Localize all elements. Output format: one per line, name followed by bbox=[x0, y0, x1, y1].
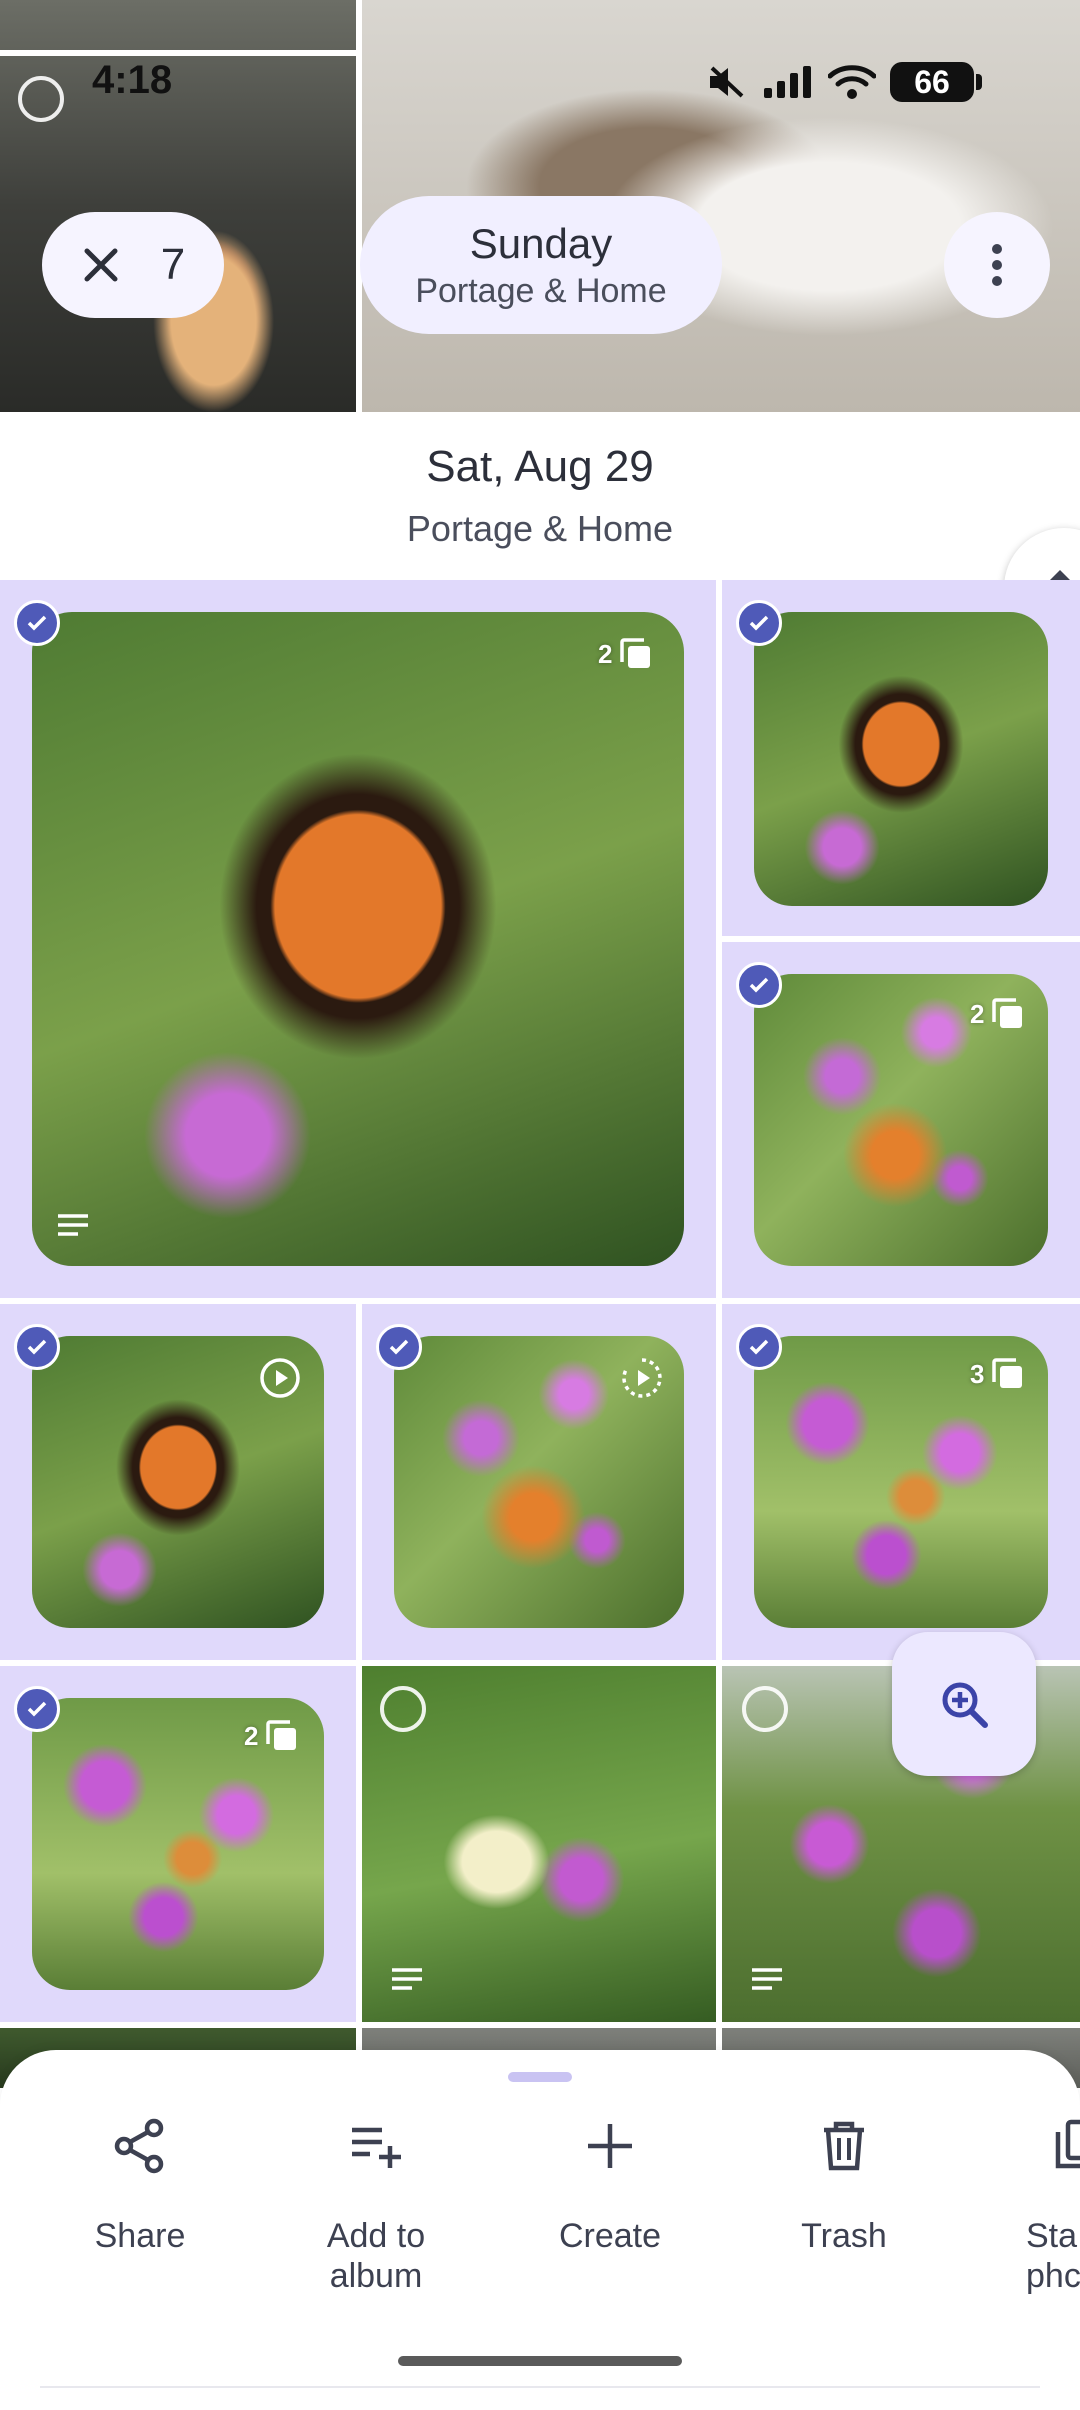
create-action[interactable]: Create bbox=[510, 2118, 710, 2256]
plus-icon bbox=[588, 2124, 632, 2168]
check-icon bbox=[749, 1339, 769, 1355]
stack-badge: 2 bbox=[598, 636, 654, 672]
motion-photo-icon bbox=[622, 1358, 662, 1398]
stack-photos-action[interactable]: Sta phc bbox=[980, 2118, 1080, 2296]
status-icons: 66 bbox=[706, 62, 982, 102]
check-icon bbox=[27, 1339, 47, 1355]
wifi-icon bbox=[828, 65, 876, 99]
check-icon bbox=[27, 615, 47, 631]
trash-label: Trash bbox=[801, 2217, 887, 2255]
share-label: Share bbox=[94, 2217, 186, 2255]
select-circle[interactable] bbox=[18, 76, 64, 122]
zoom-button[interactable] bbox=[892, 1632, 1036, 1776]
select-circle[interactable] bbox=[742, 1686, 788, 1732]
photo-monarch-open[interactable] bbox=[754, 612, 1048, 906]
section-date: Sat, Aug 29 bbox=[426, 442, 654, 491]
close-icon[interactable] bbox=[81, 245, 121, 285]
photo-pizza[interactable] bbox=[0, 0, 356, 412]
motion-photo-icon bbox=[260, 1358, 300, 1398]
photo-large-monarch[interactable] bbox=[32, 612, 684, 1266]
trash-action[interactable]: Trash bbox=[744, 2118, 944, 2256]
sheet-drag-handle[interactable] bbox=[508, 2072, 572, 2082]
selected-check[interactable] bbox=[14, 1686, 60, 1732]
stack-icon bbox=[992, 1358, 1023, 1388]
stack-badge: 3 bbox=[970, 1356, 1026, 1392]
battery-level: 66 bbox=[914, 63, 950, 100]
stack-badge: 2 bbox=[244, 1718, 300, 1754]
check-icon bbox=[749, 977, 769, 993]
share-action[interactable]: Share bbox=[40, 2118, 240, 2256]
description-icon bbox=[752, 1968, 782, 1990]
selected-check[interactable] bbox=[14, 600, 60, 646]
check-icon bbox=[27, 1701, 47, 1717]
stack-count: 2 bbox=[244, 1720, 259, 1751]
description-icon bbox=[392, 1968, 422, 1990]
add-to-album-label: Add to album bbox=[326, 2217, 426, 2295]
select-circle[interactable] bbox=[380, 1686, 426, 1732]
stack-count: 2 bbox=[598, 638, 613, 669]
battery-icon: 66 bbox=[890, 62, 982, 102]
selected-check[interactable] bbox=[736, 1324, 782, 1370]
selected-check[interactable] bbox=[736, 600, 782, 646]
check-icon bbox=[389, 1339, 409, 1355]
selected-check[interactable] bbox=[14, 1324, 60, 1370]
divider bbox=[0, 50, 356, 56]
add-to-album-action[interactable]: Add to album bbox=[276, 2118, 476, 2296]
stack-icon bbox=[266, 1720, 297, 1750]
section-place: Portage & Home bbox=[406, 508, 674, 549]
create-label: Create bbox=[558, 2217, 662, 2255]
share-icon bbox=[114, 2118, 164, 2174]
check-icon bbox=[749, 615, 769, 631]
stack-badge: 2 bbox=[970, 996, 1026, 1032]
date-pill[interactable]: Sunday Portage & Home bbox=[360, 196, 722, 334]
pill-day: Sunday bbox=[469, 219, 613, 267]
stack-count: 3 bbox=[970, 1358, 985, 1389]
stack-photos-icon bbox=[1055, 2119, 1080, 2169]
pill-place: Portage & Home bbox=[415, 271, 667, 310]
selected-check[interactable] bbox=[376, 1324, 422, 1370]
description-icon bbox=[58, 1214, 88, 1236]
stack-count: 2 bbox=[970, 998, 985, 1029]
more-vert-icon bbox=[992, 244, 1002, 286]
add-to-album-icon bbox=[352, 2127, 401, 2168]
gesture-bar[interactable] bbox=[398, 2356, 682, 2366]
mute-icon bbox=[710, 66, 744, 98]
zoom-in-icon bbox=[942, 1682, 988, 1728]
stack-icon bbox=[992, 998, 1023, 1028]
status-time: 4:18 bbox=[92, 58, 173, 102]
stack-photos-label: Sta phc bbox=[1026, 2217, 1080, 2295]
more-options-button[interactable] bbox=[944, 212, 1050, 318]
selection-counter[interactable]: 7 bbox=[42, 212, 224, 318]
signal-icon bbox=[764, 66, 811, 98]
trash-icon bbox=[824, 2121, 864, 2171]
selected-check[interactable] bbox=[736, 962, 782, 1008]
bottom-divider bbox=[40, 2386, 1040, 2388]
stack-icon bbox=[620, 638, 651, 668]
selection-count: 7 bbox=[160, 240, 186, 289]
